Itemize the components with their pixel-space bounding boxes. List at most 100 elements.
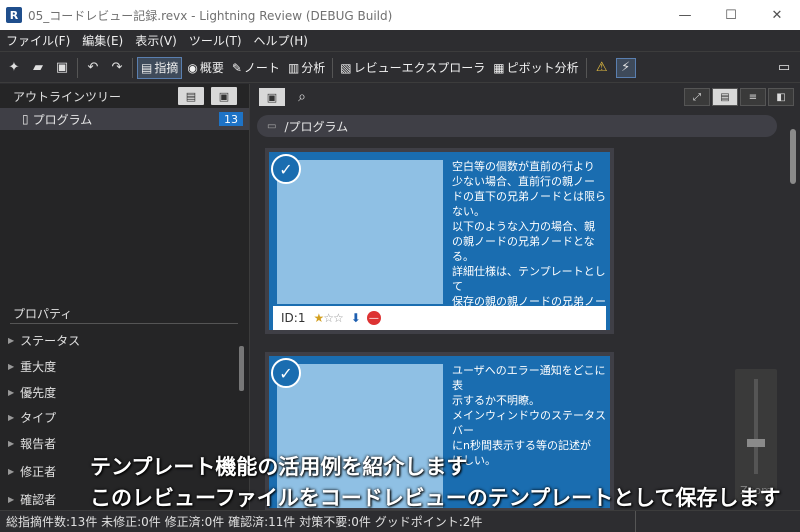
explorer-label: レビューエクスプローラ	[353, 61, 486, 75]
chart-icon: ▥	[287, 60, 300, 75]
property-type[interactable]: ▶ タイプ	[0, 404, 240, 430]
main-area: ▣ ⌕ ⤢ ▤ ≡ ◧ ▭ /プログラム ✓ 空白等の個数が直前の行より 少ない…	[251, 84, 800, 512]
priority-down-icon: ⬇	[350, 311, 361, 325]
tree-item-label: プログラム	[32, 112, 93, 127]
left-pane: アウトラインツリー ▤ ▣ ▯ プログラム 13 プロパティ ▶ ステータス ▶ 重…	[0, 84, 250, 510]
open-folder-icon[interactable]: ▰	[28, 58, 48, 78]
undo-icon[interactable]: ↶	[83, 58, 103, 78]
menu-tools[interactable]: ツール(T)	[183, 32, 248, 49]
property-label: 優先度	[20, 385, 57, 400]
tree-item-program[interactable]: ▯ プログラム 13	[0, 108, 249, 130]
menu-bar: ファイル(F) 編集(E) 表示(V) ツール(T) ヘルプ(H)	[0, 30, 800, 52]
card-description: ユーザへのエラー通知をどこに表 示するか不明瞭。 メインウィンドウのステータスバ…	[452, 364, 606, 467]
properties-scrollbar[interactable]	[239, 346, 244, 391]
tree-item-count-badge: 13	[219, 112, 243, 126]
breadcrumb-path: /プログラム	[284, 119, 349, 134]
minimize-button[interactable]: —	[662, 0, 708, 30]
menu-edit[interactable]: 編集(E)	[76, 32, 129, 49]
properties-divider	[10, 323, 238, 324]
comment-icon: ▤	[141, 60, 153, 75]
list-view-button[interactable]: ≡	[740, 88, 766, 106]
bunseki-label: 分析	[301, 61, 326, 75]
zoom-slider-thumb[interactable]	[747, 439, 765, 447]
menu-help[interactable]: ヘルプ(H)	[248, 32, 314, 49]
property-status[interactable]: ▶ ステータス	[0, 327, 240, 353]
outline-header: アウトラインツリー ▤ ▣	[0, 84, 249, 108]
menu-file[interactable]: ファイル(F)	[0, 32, 76, 49]
expand-arrow-icon: ▶	[8, 335, 15, 345]
expand-arrow-icon: ▶	[8, 361, 15, 371]
gaiyo-button[interactable]: ◉ 概要	[184, 57, 227, 79]
card-thumbnail	[277, 160, 443, 304]
subtitle-line-2: このレビューファイルをコードレビューのテンプレートとして保存します	[90, 486, 781, 510]
property-label: ステータス	[20, 333, 81, 348]
lightning-icon[interactable]: ⚡	[615, 57, 636, 78]
bunseki-button[interactable]: ▥ 分析	[285, 57, 328, 79]
tag-icon: ▭	[267, 120, 277, 132]
expand-arrow-icon: ▶	[8, 387, 15, 397]
add-folder-button[interactable]: ▣	[211, 87, 237, 105]
toolbar-divider	[585, 57, 587, 78]
pivot-icon: ▦	[493, 60, 505, 75]
property-label: 修正者	[20, 464, 57, 479]
pivot-label: ピボット分析	[506, 61, 579, 75]
expand-arrow-icon: ▶	[8, 494, 15, 504]
property-label: 確認者	[20, 492, 57, 507]
status-panel	[635, 511, 800, 532]
zoom-track[interactable]	[754, 379, 758, 474]
explorer-icon: ▧	[340, 60, 352, 75]
property-severity[interactable]: ▶ 重大度	[0, 353, 240, 379]
properties-title: プロパティ	[13, 306, 73, 321]
toolbar-divider	[77, 57, 78, 78]
properties-header: プロパティ	[0, 302, 250, 324]
stop-icon: —	[366, 311, 381, 325]
subtitle-line-1: テンプレート機能の活用例を紹介します	[90, 455, 468, 479]
toolbar-divider	[332, 57, 334, 78]
window-title: 05_コードレビュー記録.revx - Lightning Review (DE…	[28, 8, 393, 23]
overview-icon: ◉	[187, 60, 198, 75]
shiteki-button[interactable]: ▤ 指摘	[137, 56, 183, 79]
note-button[interactable]: ✎ ノート	[229, 57, 283, 79]
status-bar: 総指摘件数:13件 未修正:0件 修正済:0件 確認済:11件 対策不要:0件 …	[0, 510, 800, 532]
outline-title: アウトラインツリー	[13, 89, 122, 104]
redo-icon[interactable]: ↷	[107, 58, 127, 78]
checkmark-icon[interactable]: ✓	[271, 154, 301, 184]
app-logo-icon: R	[6, 7, 22, 23]
explorer-button[interactable]: ▧ レビューエクスプローラ	[337, 57, 488, 79]
main-toolbar: ▣ ⌕ ⤢ ▤ ≡ ◧	[251, 84, 800, 110]
search-icon[interactable]: ⌕	[293, 88, 311, 106]
save-icon[interactable]: ▣	[52, 58, 72, 78]
expand-arrow-icon: ▶	[8, 438, 15, 448]
issue-card[interactable]: ✓ 空白等の個数が直前の行より 少ない場合、直前行の親ノー ドの直下の兄弟ノード…	[265, 148, 614, 334]
warning-icon[interactable]: ⚠	[592, 58, 612, 78]
note-label: ノート	[243, 61, 280, 75]
menu-view[interactable]: 表示(V)	[129, 32, 183, 49]
new-file-icon[interactable]: ✦	[4, 58, 24, 78]
add-issue-button[interactable]: ▣	[259, 88, 285, 106]
card-footer: ID:1 ★☆☆ ⬇ —	[273, 306, 606, 330]
checkmark-icon[interactable]: ✓	[271, 358, 301, 388]
property-priority[interactable]: ▶ 優先度	[0, 379, 240, 405]
card-view-button[interactable]: ▤	[712, 88, 738, 106]
toolbar-divider	[132, 57, 133, 78]
expand-arrow-icon: ▶	[8, 412, 15, 422]
maximize-button[interactable]: ☐	[708, 0, 754, 30]
chat-icon[interactable]: ▭	[774, 57, 794, 77]
title-bar: R 05_コードレビュー記録.revx - Lightning Review (…	[0, 0, 800, 30]
add-file-button[interactable]: ▤	[178, 87, 204, 105]
document-icon: ▯	[22, 112, 29, 126]
breadcrumb: ▭ /プログラム	[257, 115, 777, 137]
expand-arrow-icon: ▶	[8, 466, 15, 476]
pivot-button[interactable]: ▦ ピボット分析	[490, 57, 581, 79]
card-description: 空白等の個数が直前の行より 少ない場合、直前行の親ノー ドの直下の兄弟ノードとは…	[452, 160, 606, 323]
detail-view-button[interactable]: ◧	[768, 88, 794, 106]
main-scrollbar[interactable]	[790, 129, 796, 184]
close-button[interactable]: ✕	[754, 0, 800, 30]
property-label: 重大度	[20, 359, 57, 374]
rating-stars-icon[interactable]: ★☆☆	[313, 311, 343, 325]
status-summary: 総指摘件数:13件 未修正:0件 修正済:0件 確認済:11件 対策不要:0件 …	[6, 515, 483, 529]
fit-view-button[interactable]: ⤢	[684, 88, 710, 106]
property-label: タイプ	[20, 410, 57, 425]
toolbar: ✦ ▰ ▣ ↶ ↷ ▤ 指摘 ◉ 概要 ✎ ノート ▥ 分析 ▧ レビューエクスプローラ …	[0, 53, 800, 83]
shiteki-label: 指摘	[154, 61, 179, 75]
